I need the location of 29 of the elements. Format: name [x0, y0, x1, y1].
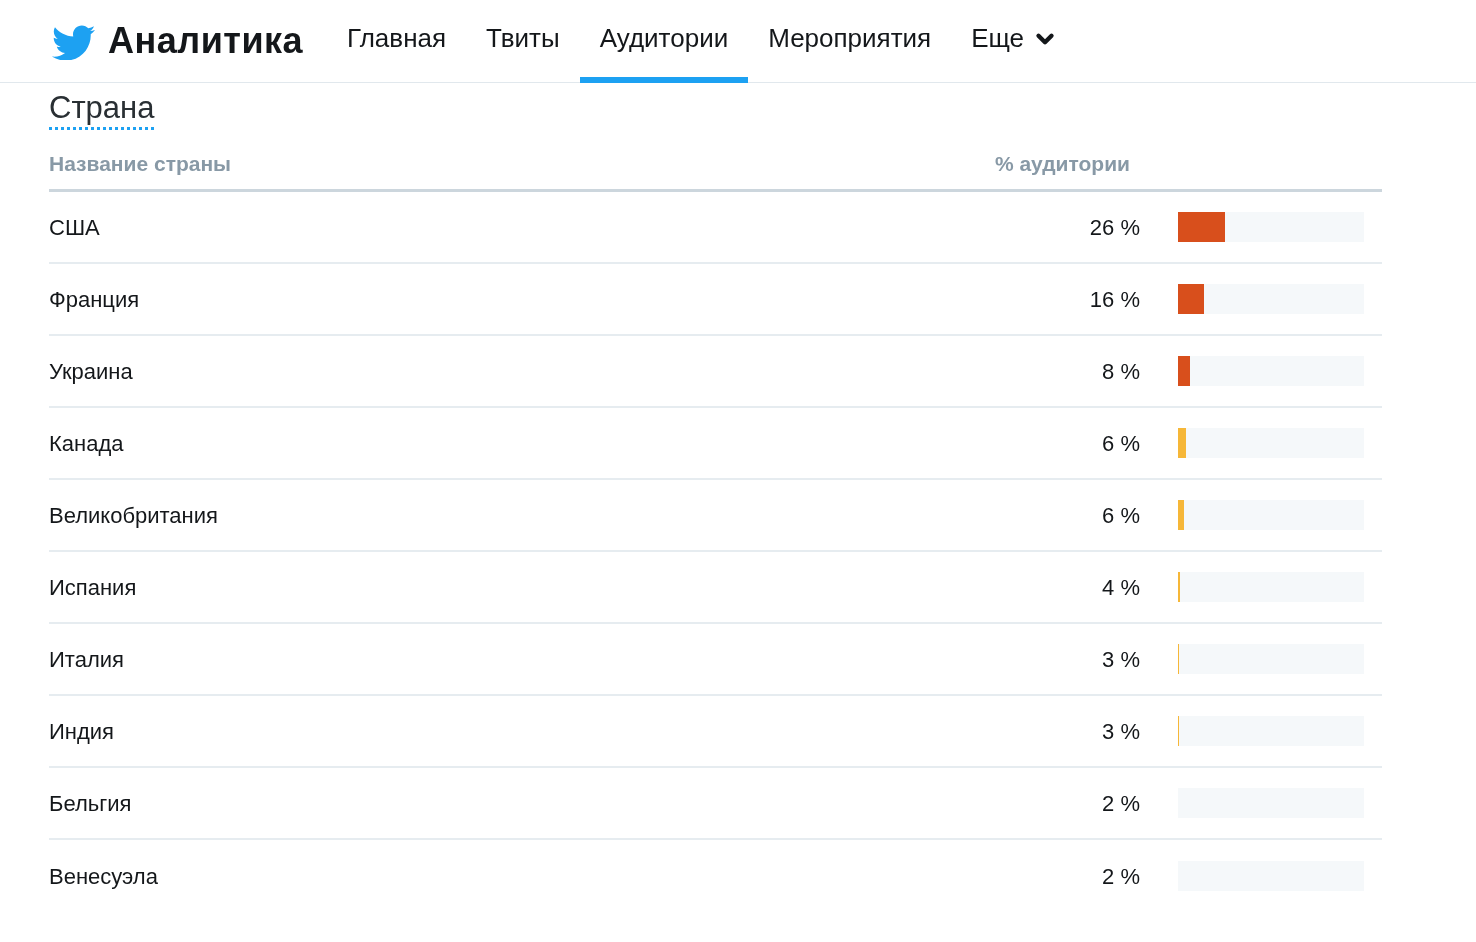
section-title: Страна [49, 89, 155, 130]
audience-percentage: 3 % [1102, 645, 1140, 674]
audience-percentage: 8 % [1102, 357, 1140, 386]
app-title: Аналитика [108, 19, 304, 63]
country-name: Украина [49, 357, 134, 386]
country-name: Канада [49, 429, 125, 458]
country-name: Индия [49, 717, 115, 746]
audience-percentage: 16 % [1089, 285, 1140, 314]
column-header: % аудитории [994, 151, 1130, 178]
audience-percentage: 2 % [1102, 789, 1140, 818]
nav-tab[interactable]: Аудитории [579, 0, 749, 83]
country-name: Испания [49, 573, 138, 602]
audience-percentage: 6 % [1102, 429, 1140, 458]
nav-tab[interactable]: Главная [327, 0, 467, 83]
column-header: Название страны [49, 151, 233, 178]
country-name: Франция [49, 285, 141, 314]
country-name: Великобритания [49, 501, 219, 530]
country-name: США [49, 213, 101, 242]
audience-percentage: 2 % [1102, 862, 1140, 891]
audience-percentage: 4 % [1102, 573, 1140, 602]
audience-percentage: 6 % [1102, 501, 1140, 530]
audience-percentage: 3 % [1102, 717, 1140, 746]
nav-tab[interactable]: Мероприятия [748, 0, 952, 83]
nav-tab[interactable]: Твиты [466, 0, 580, 83]
audience-percentage: 26 % [1089, 213, 1140, 242]
country-name: Италия [49, 645, 125, 674]
country-name: Венесуэла [49, 862, 159, 891]
nav-tab[interactable]: Еще [951, 0, 1079, 83]
country-name: Бельгия [49, 789, 133, 818]
